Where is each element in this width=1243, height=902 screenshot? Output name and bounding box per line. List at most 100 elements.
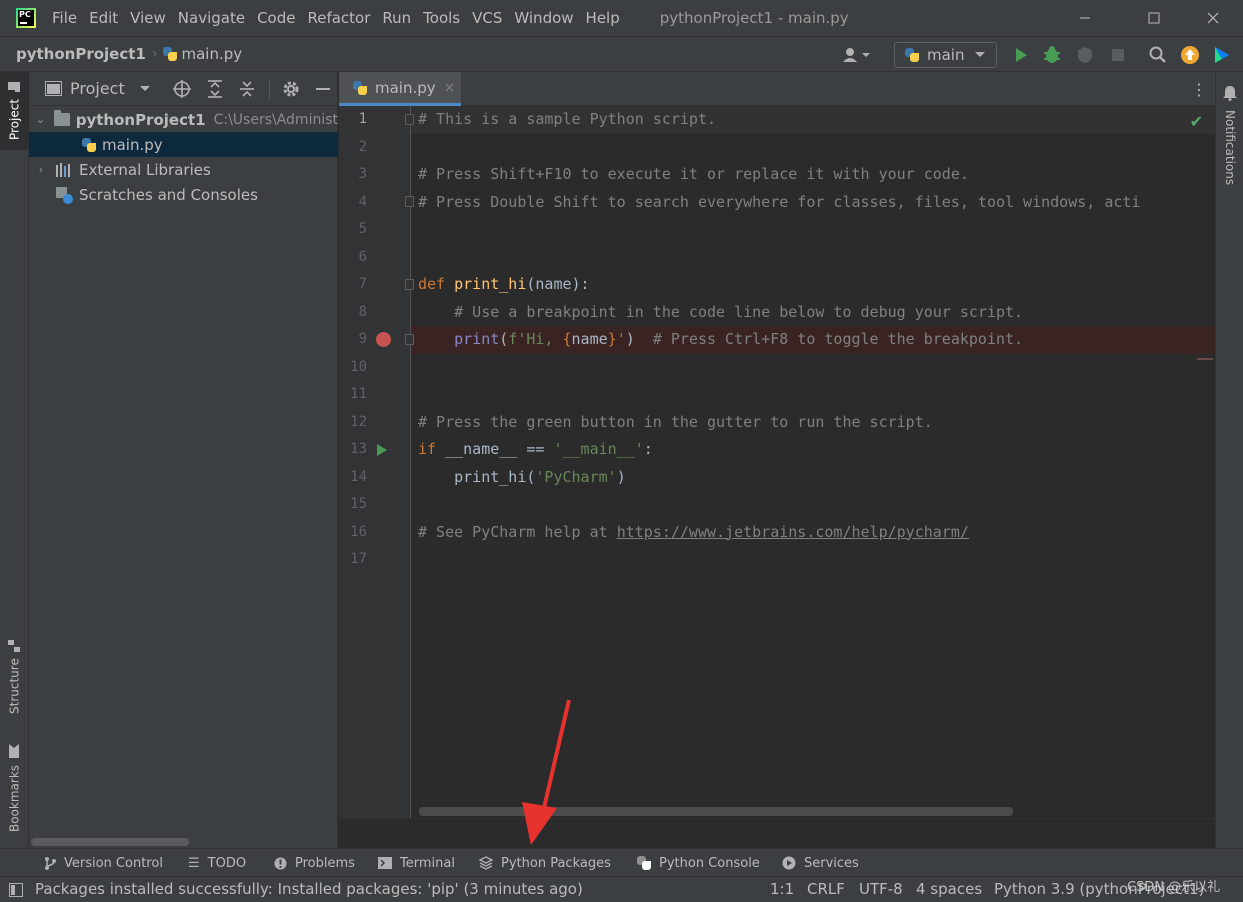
line-number: 17 [350,551,367,567]
project-panel-title[interactable]: Project [70,79,125,98]
line-number: 3 [358,166,367,182]
tool-tab-structure[interactable]: Structure [0,632,29,722]
layers-icon [479,856,493,870]
tool-tab-structure-label: Structure [7,658,22,714]
tool-window-problems[interactable]: Problems [274,849,355,877]
code-editor[interactable]: 1 2 3 4 5 6 7 8 9 10 11 12 13 14 15 16 1… [339,106,1215,818]
toggle-tool-windows-icon[interactable] [9,883,23,897]
tool-tab-bookmarks-label: Bookmarks [7,764,22,832]
tree-item-scratches[interactable]: Scratches and Consoles [29,182,338,207]
tree-item-external-libraries[interactable]: › External Libraries [29,157,338,182]
list-icon: ☰ [188,855,200,871]
code-token: ( [499,330,509,348]
run-with-coverage-icon[interactable] [1075,45,1095,65]
error-stripe-marker[interactable] [1197,358,1213,360]
tab-close-icon[interactable]: × [444,80,456,96]
user-account-icon[interactable] [840,45,872,65]
chevron-down-icon[interactable]: ⌄ [35,113,46,126]
fold-marker-icon[interactable] [405,114,414,125]
breakpoint-icon[interactable] [376,332,391,347]
tool-window-version-control[interactable]: Version Control [44,849,163,877]
hide-panel-icon[interactable] [315,87,330,91]
tool-window-todo[interactable]: ☰ TODO [188,849,246,877]
expand-all-icon[interactable] [207,79,223,98]
tool-window-label: Services [804,855,859,871]
code-line: if __name__ == '__main__': [418,436,653,464]
fold-marker-icon[interactable] [405,334,414,345]
help-link[interactable]: https://www.jetbrains.com/help/pycharm/ [617,523,969,541]
indent-setting[interactable]: 4 spaces [916,880,982,898]
scratches-icon [56,186,73,204]
tool-window-python-console[interactable]: Python Console [637,849,760,877]
horizontal-scrollbar[interactable] [31,838,189,846]
breadcrumb-file[interactable]: main.py [181,45,242,63]
stop-icon[interactable] [1108,45,1128,65]
python-icon [905,48,919,62]
tool-tab-bookmarks[interactable]: Bookmarks [0,740,29,836]
menu-navigate[interactable]: Navigate [178,7,245,29]
menu-view[interactable]: View [130,7,166,29]
run-icon[interactable] [1011,45,1031,65]
inspection-ok-icon[interactable]: ✔ [1190,112,1203,131]
menu-run[interactable]: Run [382,7,411,29]
search-icon[interactable] [1148,45,1168,65]
gear-icon[interactable] [282,80,300,98]
more-options-icon[interactable]: ⋮ [1191,80,1207,99]
horizontal-scrollbar[interactable] [419,807,1013,816]
fold-marker-icon[interactable] [405,196,414,207]
status-message[interactable]: Packages installed successfully: Install… [35,880,583,898]
tool-window-python-packages[interactable]: Python Packages [479,849,611,877]
debug-icon[interactable] [1042,45,1062,65]
breadcrumb-project[interactable]: pythonProject1 [16,45,146,63]
file-encoding[interactable]: UTF-8 [859,880,903,898]
chevron-down-icon[interactable] [139,85,151,93]
window-title: pythonProject1 - main.py [659,9,849,27]
code-token: # Press Ctrl+F8 to toggle the breakpoint… [652,330,1024,348]
menu-help[interactable]: Help [586,7,620,29]
code-token: print [454,330,500,348]
project-panel: Project ⌄ pythonProject1 C:\Users\Admini… [29,72,338,848]
tool-tab-project[interactable]: Project [0,72,29,150]
code-line: # Press Double Shift to search everywher… [418,192,1141,211]
menu-refactor[interactable]: Refactor [307,7,370,29]
tree-item-project-root[interactable]: ⌄ pythonProject1 C:\Users\Administ [29,107,338,132]
tree-item-main-py[interactable]: main.py [29,132,338,157]
code-line: print(f'Hi, {name}') # Press Ctrl+F8 to … [418,326,1023,354]
tool-tab-notifications[interactable]: Notifications [1216,106,1243,190]
chevron-down-icon [975,52,986,57]
fold-marker-icon[interactable] [405,279,414,290]
tool-window-services[interactable]: Services [782,849,859,877]
caret-position[interactable]: 1:1 [770,880,794,898]
update-icon[interactable] [1180,45,1200,65]
project-panel-header: Project [29,72,337,106]
tool-window-terminal[interactable]: Terminal [378,849,455,877]
menu-vcs[interactable]: VCS [472,7,502,29]
left-tool-stripe: Project Structure Bookmarks [0,72,29,848]
chevron-right-icon[interactable]: › [35,163,47,176]
line-separator[interactable]: CRLF [807,880,845,898]
collapse-all-icon[interactable] [239,80,255,98]
maximize-icon[interactable] [1131,0,1177,36]
run-configuration-selector[interactable]: main [894,42,997,68]
menu-tools[interactable]: Tools [423,7,460,29]
code-line: # Use a breakpoint in the code line belo… [418,302,1024,321]
tab-main-py[interactable]: main.py × [339,72,461,106]
code-line: # This is a sample Python script. [418,110,717,128]
menu-code[interactable]: Code [257,7,295,29]
menu-edit[interactable]: Edit [89,7,118,29]
bookmark-icon [9,744,20,759]
line-number: 11 [350,386,367,402]
line-number: 7 [358,276,367,292]
locate-file-icon[interactable] [172,79,191,98]
close-icon[interactable] [1190,0,1236,36]
tree-item-label: pythonProject1 [75,110,206,129]
run-gutter-icon[interactable] [377,444,387,456]
bell-icon[interactable] [1223,85,1237,101]
menu-window[interactable]: Window [514,7,573,29]
minimize-icon[interactable] [1062,0,1108,36]
jetbrains-toolbox-icon[interactable] [1212,45,1232,65]
code-line: print_hi('PyCharm') [418,464,626,492]
menu-file[interactable]: File [52,7,77,29]
code-token: ' [616,330,626,348]
